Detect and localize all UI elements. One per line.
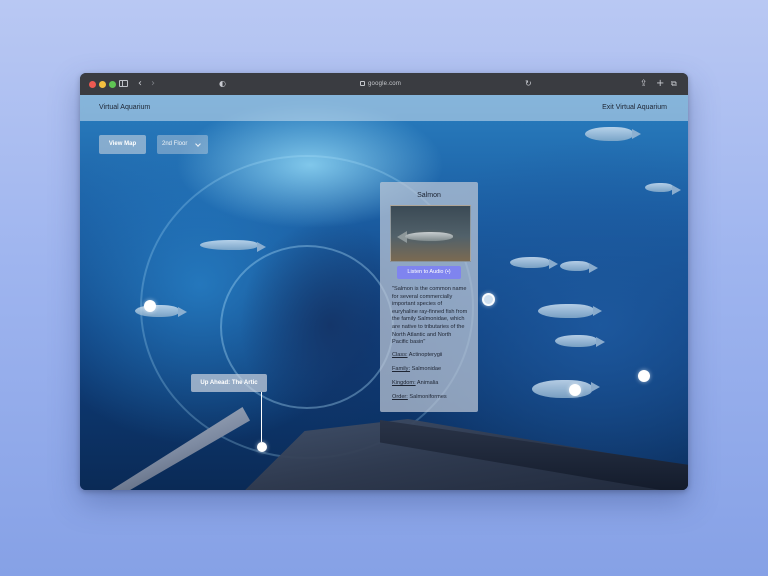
lock-icon bbox=[360, 81, 365, 86]
sidebar-toggle-icon[interactable] bbox=[119, 80, 128, 87]
taxonomy-value: Actinopterygii bbox=[408, 352, 443, 358]
maximize-window-button[interactable] bbox=[109, 81, 116, 88]
taxonomy-row: Order: Salmoniformes bbox=[392, 394, 447, 400]
left-handrail bbox=[100, 407, 250, 490]
fish bbox=[645, 183, 681, 195]
up-ahead-label[interactable]: Up Ahead: The Artic bbox=[191, 374, 267, 392]
fish bbox=[532, 380, 600, 398]
browser-toolbar: ‹ › ◐ google.com ↻ ⇪ + ⧉ bbox=[80, 73, 688, 96]
browser-window: ‹ › ◐ google.com ↻ ⇪ + ⧉ Virtual Aquariu… bbox=[80, 73, 688, 490]
taxonomy-key[interactable]: Order: bbox=[392, 394, 408, 400]
floor-select-value: 2nd Floor bbox=[162, 141, 188, 147]
back-arrow-icon[interactable]: ‹ bbox=[138, 76, 142, 92]
listen-audio-label: Listen to Audio bbox=[407, 269, 444, 275]
fish-body bbox=[405, 232, 453, 241]
listen-audio-button[interactable]: Listen to Audio (•) bbox=[397, 266, 461, 279]
address-bar[interactable]: google.com bbox=[360, 81, 401, 87]
species-photo bbox=[390, 205, 471, 262]
new-tab-icon[interactable]: + bbox=[656, 76, 664, 92]
species-description: "Salmon is the common name for several c… bbox=[392, 286, 468, 346]
taxonomy-key[interactable]: Class: bbox=[392, 352, 408, 358]
chevron-down-icon bbox=[195, 141, 201, 147]
taxonomy-row: Class: Actinopterygii bbox=[392, 352, 442, 358]
taxonomy-key[interactable]: Kingdom: bbox=[392, 380, 416, 386]
taxonomy-key[interactable]: Family: bbox=[392, 366, 410, 372]
app-header: Virtual Aquarium Exit Virtual Aquarium bbox=[80, 95, 688, 121]
info-hotspot[interactable] bbox=[144, 300, 156, 312]
taxonomy-value: Salmonidae bbox=[411, 366, 442, 372]
url-text: google.com bbox=[368, 81, 402, 88]
share-icon[interactable]: ⇪ bbox=[640, 76, 648, 92]
fish bbox=[555, 335, 605, 347]
floor-select[interactable]: 2nd Floor bbox=[157, 135, 208, 154]
forward-arrow-icon[interactable]: › bbox=[151, 76, 155, 92]
close-window-button[interactable] bbox=[89, 81, 96, 88]
taxonomy-row: Kingdom: Animalia bbox=[392, 380, 438, 386]
exit-button[interactable]: Exit Virtual Aquarium bbox=[602, 104, 667, 111]
fish bbox=[200, 240, 266, 252]
info-hotspot-active[interactable] bbox=[482, 293, 495, 306]
info-hotspot[interactable] bbox=[638, 370, 650, 382]
audio-icon: (•) bbox=[445, 269, 451, 275]
taxonomy-value: Salmoniformes bbox=[409, 394, 447, 400]
species-title: Salmon bbox=[417, 192, 441, 199]
fish bbox=[560, 261, 598, 273]
fish bbox=[585, 127, 641, 141]
reload-icon[interactable]: ↻ bbox=[525, 76, 532, 92]
up-ahead-connector bbox=[261, 392, 262, 442]
info-hotspot[interactable] bbox=[569, 384, 581, 396]
privacy-shield-icon[interactable]: ◐ bbox=[219, 76, 226, 92]
app-title: Virtual Aquarium bbox=[99, 104, 151, 111]
view-map-button[interactable]: View Map bbox=[99, 135, 146, 154]
navigation-hotspot[interactable] bbox=[257, 442, 267, 452]
minimize-window-button[interactable] bbox=[99, 81, 106, 88]
fish bbox=[510, 257, 558, 269]
fish bbox=[538, 304, 602, 318]
tab-overview-icon[interactable]: ⧉ bbox=[671, 76, 677, 92]
species-info-card: Salmon Listen to Audio (•) "Salmon is th… bbox=[380, 182, 478, 412]
taxonomy-value: Animalia bbox=[416, 380, 439, 386]
fish bbox=[135, 305, 187, 317]
taxonomy-row: Family: Salmonidae bbox=[392, 366, 441, 372]
